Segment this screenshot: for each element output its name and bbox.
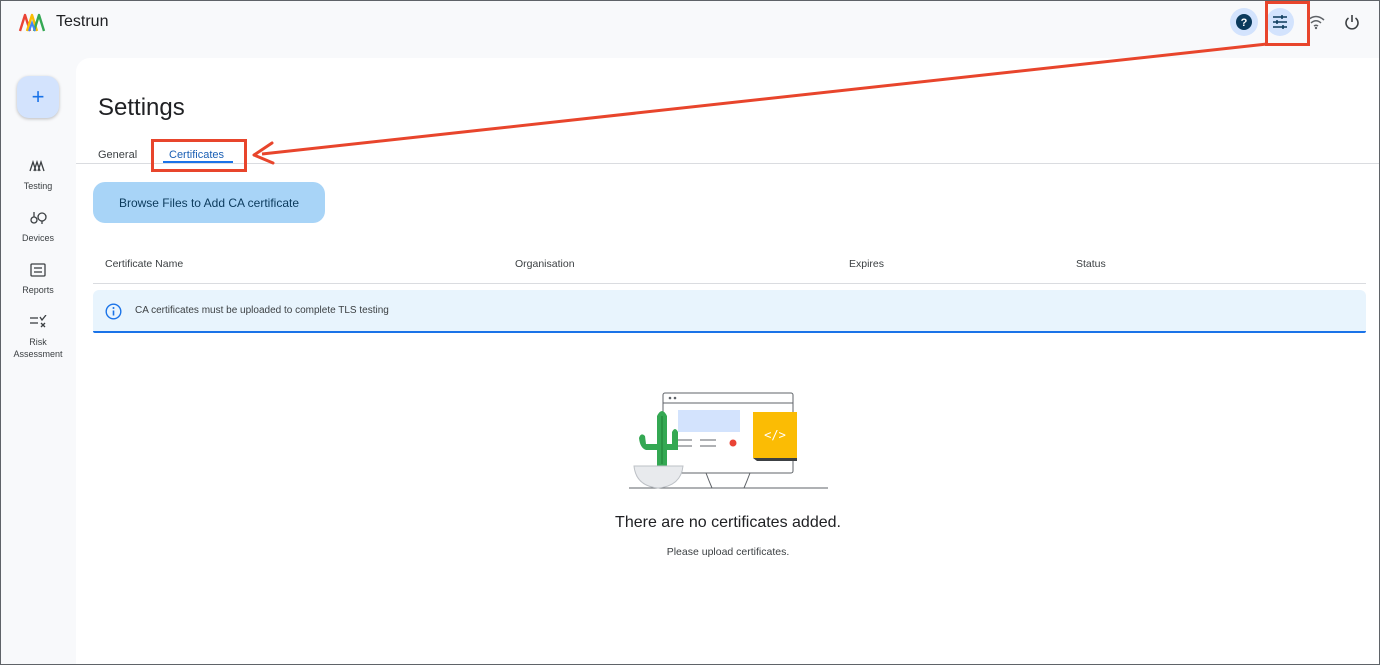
nav-item-reports[interactable]: Reports — [0, 260, 76, 296]
column-header-certificate-name[interactable]: Certificate Name — [105, 258, 183, 270]
tab-active-indicator — [163, 161, 233, 163]
nav-item-risk-assessment[interactable]: Risk Assessment — [0, 312, 76, 360]
empty-state-title: There are no certificates added. — [615, 514, 841, 531]
power-icon — [1345, 15, 1359, 30]
nav-label-risk-assessment: Risk Assessment — [13, 337, 63, 359]
column-header-organisation[interactable]: Organisation — [515, 258, 575, 270]
help-button[interactable]: ? — [1230, 8, 1258, 36]
empty-state-subtitle: Please upload certificates. — [666, 546, 790, 558]
column-header-expires[interactable]: Expires — [849, 258, 884, 270]
info-icon — [105, 303, 122, 320]
svg-text:</>: </> — [764, 428, 786, 442]
side-navigation: + Testing Devices Reports Risk Assessmen… — [0, 58, 76, 665]
main-panel: Settings General Certificates Browse Fil… — [76, 58, 1380, 665]
devices-icon — [30, 212, 47, 224]
table-header: Certificate Name Organisation Expires St… — [93, 248, 1366, 284]
settings-sliders-icon — [1273, 15, 1287, 29]
nav-label-testing: Testing — [23, 181, 53, 191]
page-title: Settings — [98, 94, 185, 121]
settings-button[interactable] — [1266, 8, 1294, 36]
wifi-button[interactable] — [1302, 8, 1330, 36]
app-title: Testrun — [56, 13, 109, 30]
empty-state-illustration: </> — [629, 392, 828, 489]
risk-assessment-icon — [30, 315, 47, 328]
notice-text: CA certificates must be uploaded to comp… — [135, 305, 389, 316]
nav-item-testing[interactable]: Testing — [0, 156, 76, 192]
nav-label-devices: Devices — [21, 233, 54, 243]
reports-icon — [30, 263, 46, 277]
power-button[interactable] — [1338, 8, 1366, 36]
tab-general[interactable]: General — [98, 149, 137, 161]
testrun-logo-icon — [18, 13, 46, 32]
top-bar: Testrun ? — [0, 0, 1380, 50]
browse-files-button[interactable]: Browse Files to Add CA certificate — [93, 182, 325, 223]
nav-item-devices[interactable]: Devices — [0, 208, 76, 244]
tab-bar: General Certificates — [76, 142, 1380, 164]
wifi-icon — [1307, 15, 1325, 30]
info-notice: CA certificates must be uploaded to comp… — [93, 290, 1366, 333]
column-header-status[interactable]: Status — [1076, 258, 1106, 270]
add-button[interactable]: + — [17, 76, 59, 118]
help-icon: ? — [1236, 14, 1252, 30]
svg-text:?: ? — [1241, 17, 1248, 29]
tab-certificates[interactable]: Certificates — [169, 149, 224, 161]
nav-label-reports: Reports — [22, 285, 54, 295]
testing-icon — [29, 160, 45, 172]
